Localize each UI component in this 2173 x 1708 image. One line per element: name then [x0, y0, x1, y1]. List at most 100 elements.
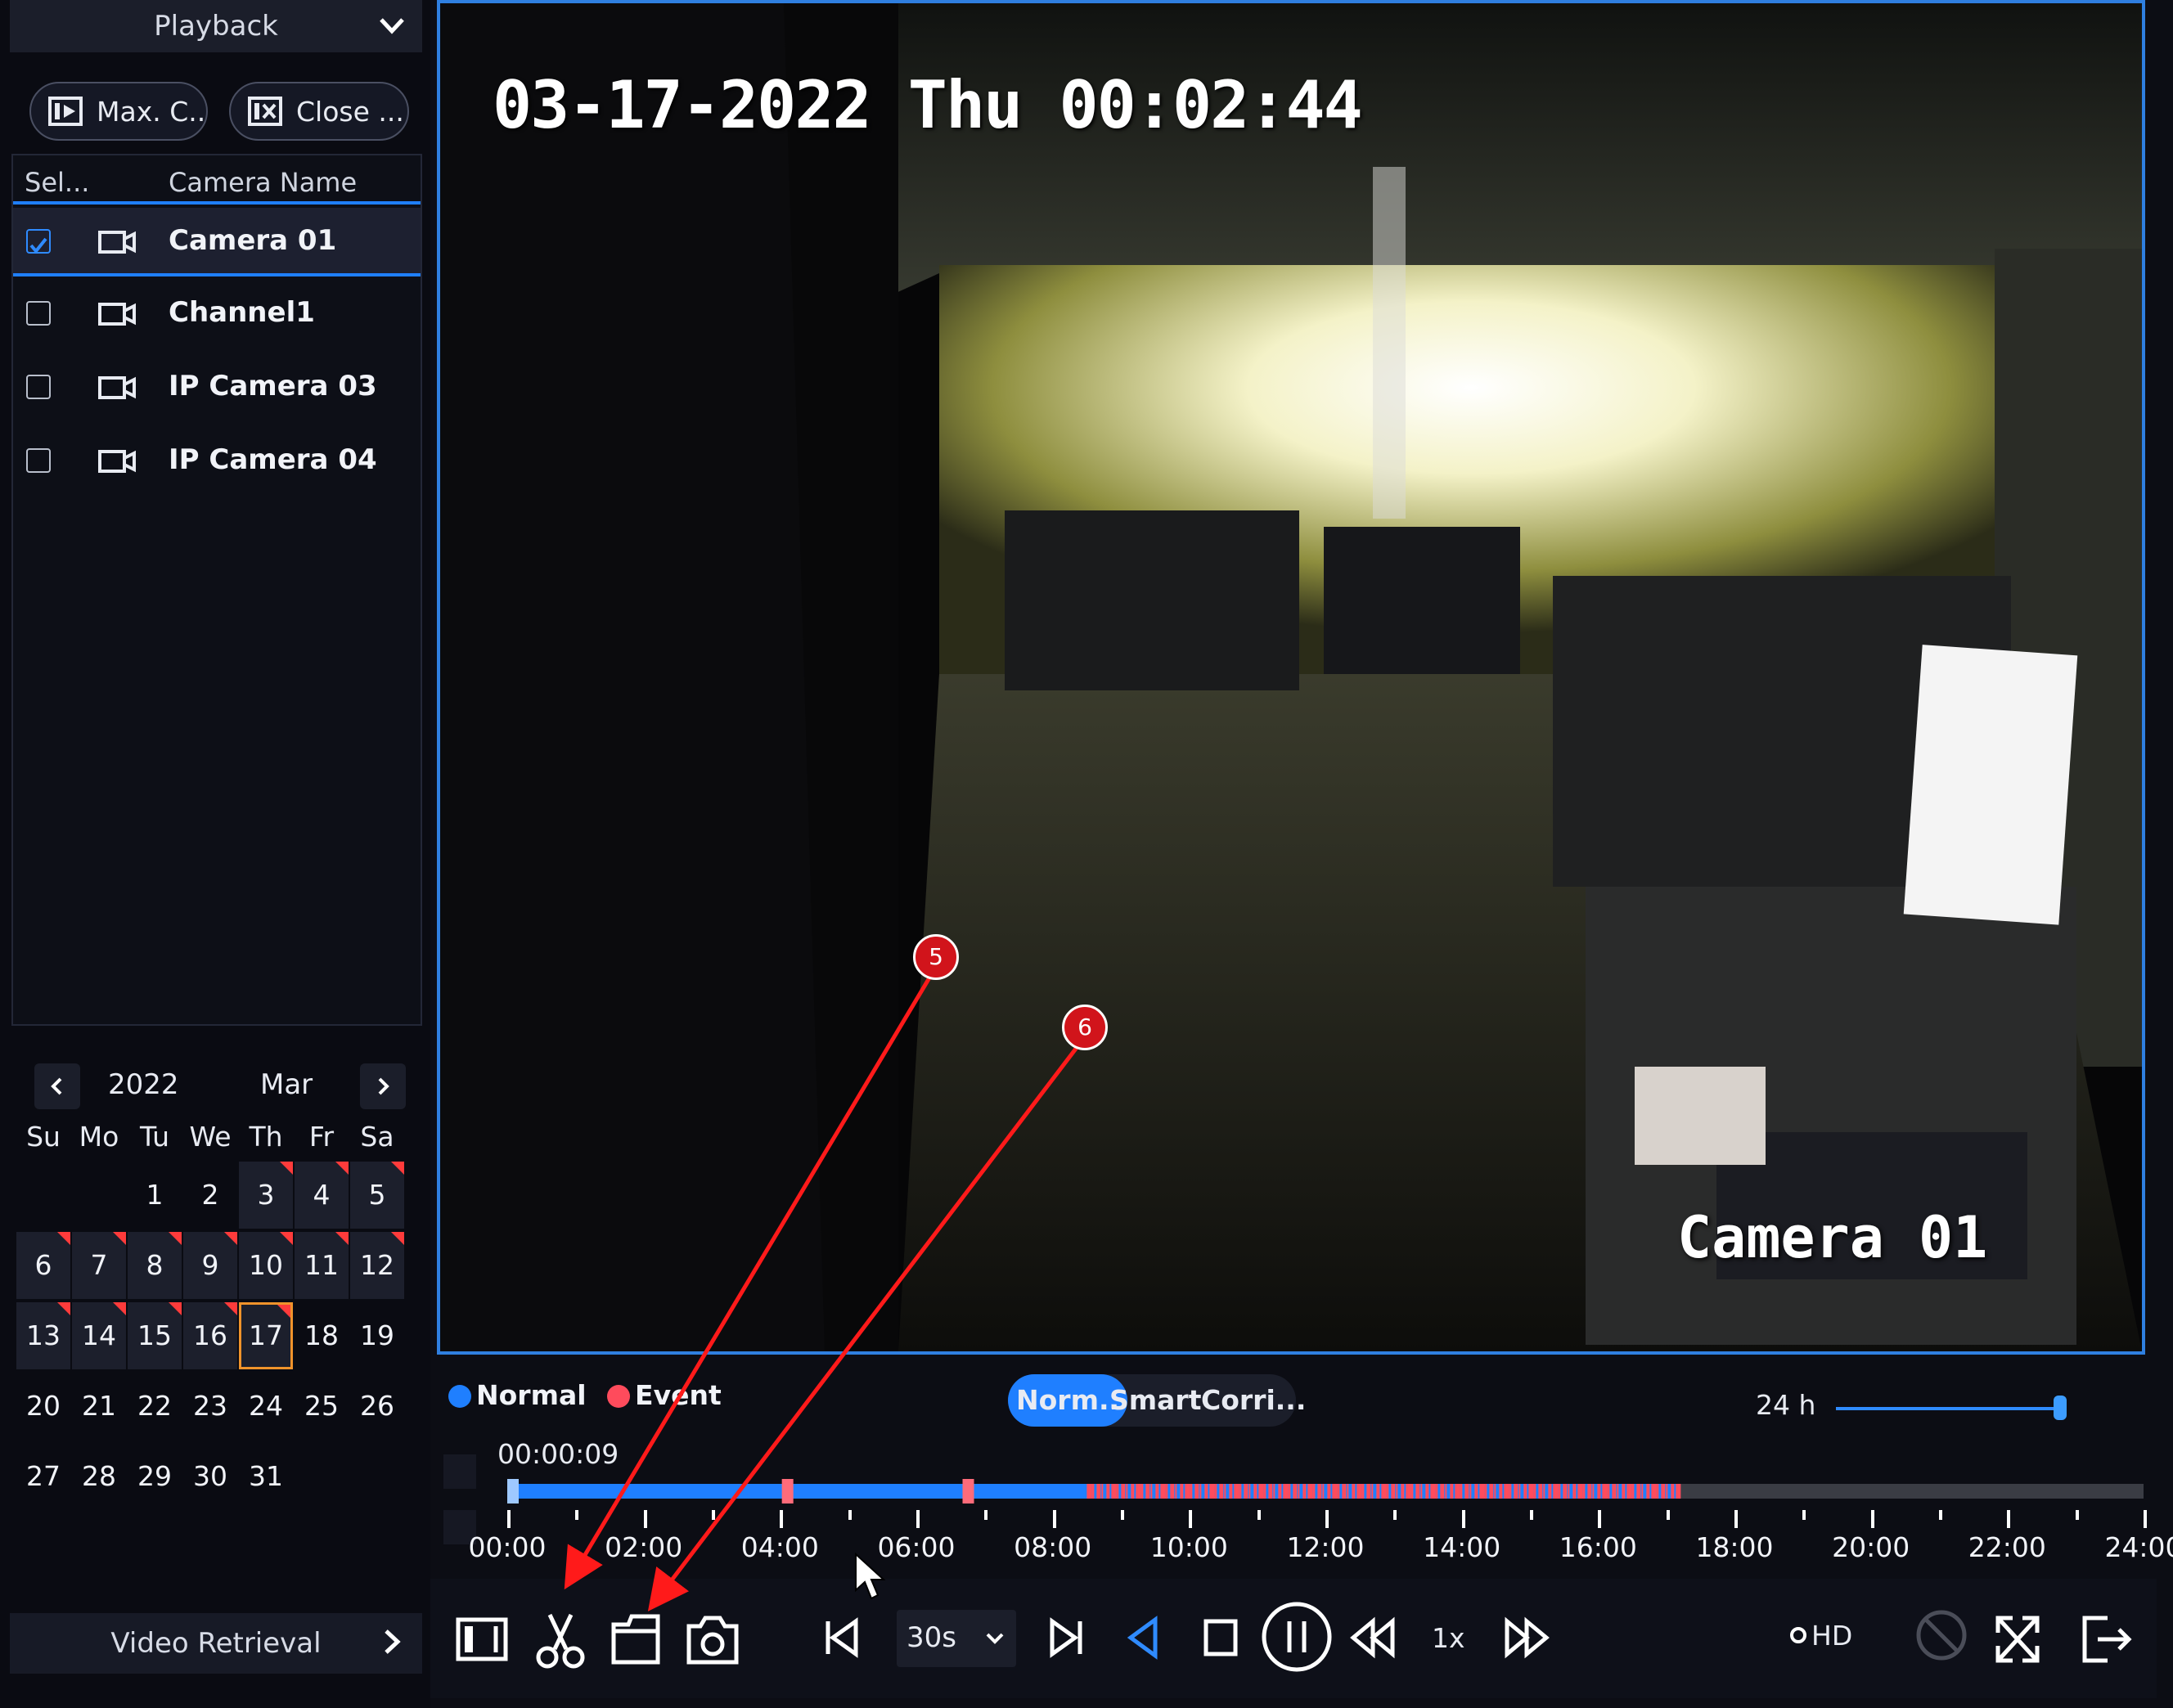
calendar-day[interactable]: 27 — [16, 1443, 70, 1510]
calendar-day[interactable]: 15 — [128, 1302, 182, 1369]
calendar-day[interactable]: 14 — [72, 1302, 126, 1369]
weekday-header: Tu — [139, 1121, 170, 1153]
timeline-event-segment — [1101, 1484, 1104, 1499]
snapshot-camera-icon[interactable] — [686, 1613, 740, 1665]
calendar-day[interactable]: 6 — [16, 1232, 70, 1299]
calendar-day[interactable]: 29 — [128, 1443, 182, 1510]
stream-quality-button[interactable]: HD — [1784, 1616, 1874, 1657]
calendar-day[interactable]: 7 — [72, 1232, 126, 1299]
chevron-down-icon — [380, 18, 404, 34]
calendar-day[interactable]: 26 — [350, 1373, 404, 1440]
skip-back-icon[interactable] — [821, 1613, 862, 1662]
timeline-event-segment — [1617, 1484, 1619, 1499]
exit-icon[interactable] — [2080, 1613, 2134, 1665]
camera-row[interactable]: IP Camera 04 — [13, 427, 421, 496]
mode-corridor-tab[interactable]: Corri... — [1201, 1374, 1306, 1427]
camera-row[interactable]: Channel1 — [13, 280, 421, 348]
timeline-minor-tick — [1530, 1510, 1533, 1520]
single-frame-view-button[interactable] — [455, 1613, 511, 1665]
timeline-event-segment — [1229, 1484, 1233, 1499]
timeline-event-segment — [1607, 1484, 1610, 1499]
calendar-day[interactable]: 4 — [295, 1162, 349, 1229]
chevron-right-icon — [378, 1077, 389, 1095]
calendar-month[interactable]: Mar — [260, 1068, 313, 1101]
video-retrieval-menu[interactable]: Video Retrieval — [10, 1613, 422, 1674]
calendar-day[interactable]: 30 — [183, 1443, 237, 1510]
calendar-day[interactable]: 28 — [72, 1443, 126, 1510]
reverse-play-icon[interactable] — [1124, 1613, 1162, 1662]
scissors-clip-icon[interactable] — [533, 1613, 587, 1670]
next-month-button[interactable] — [360, 1063, 406, 1109]
camera-row[interactable]: Camera 01 — [13, 208, 421, 276]
playback-rate: 1x — [1432, 1622, 1465, 1654]
timeline-event-segment — [1091, 1484, 1095, 1499]
previous-month-button[interactable] — [34, 1063, 80, 1109]
calendar-day[interactable]: 18 — [295, 1302, 349, 1369]
camera-checkbox[interactable] — [26, 301, 51, 326]
stream-quality-label: HD — [1811, 1620, 1853, 1652]
calendar-day[interactable]: 1 — [128, 1162, 182, 1229]
calendar-day[interactable]: 11 — [295, 1232, 349, 1299]
stop-icon[interactable] — [1199, 1613, 1242, 1662]
timeline-event-segment — [1278, 1484, 1282, 1499]
playback-menu-header[interactable]: Playback — [10, 0, 422, 52]
timeline-event-segment — [1469, 1484, 1472, 1499]
skip-interval-select[interactable]: 30s — [897, 1610, 1016, 1667]
calendar-day[interactable]: 2 — [183, 1162, 237, 1229]
calendar-day[interactable]: 25 — [295, 1373, 349, 1440]
speed-up-icon[interactable] — [1502, 1613, 1551, 1662]
timeline-event-segment — [1582, 1484, 1586, 1499]
timeline-event-segment — [1371, 1484, 1374, 1499]
calendar-day[interactable]: 31 — [239, 1443, 293, 1510]
timeline-event-segment — [1587, 1484, 1592, 1499]
timeline-event-segment — [1626, 1484, 1632, 1499]
timeline-hour-label: 20:00 — [1832, 1531, 1910, 1563]
folder-save-icon[interactable] — [610, 1613, 661, 1665]
calendar-day[interactable]: 21 — [72, 1373, 126, 1440]
pause-button[interactable] — [1260, 1600, 1334, 1674]
close-channel-button[interactable]: Close ... — [229, 82, 409, 141]
max-channel-button[interactable]: Max. C.. — [29, 82, 208, 141]
camera-name-column-header[interactable]: Camera Name — [169, 167, 357, 198]
calendar-day[interactable]: 9 — [183, 1232, 237, 1299]
camera-checkbox[interactable] — [26, 375, 51, 399]
calendar-day[interactable]: 13 — [16, 1302, 70, 1369]
calendar-day[interactable]: 24 — [239, 1373, 293, 1440]
select-column-header[interactable]: Sel... — [25, 167, 89, 198]
calendar-day[interactable]: 20 — [16, 1373, 70, 1440]
calendar-day[interactable]: 22 — [128, 1373, 182, 1440]
timeline-event-segment — [1376, 1484, 1380, 1499]
calendar-day[interactable]: 8 — [128, 1232, 182, 1299]
recording-timeline-track[interactable] — [507, 1479, 2144, 1503]
timeline-event-segment — [1518, 1484, 1521, 1499]
timeline-event-segment — [1666, 1484, 1668, 1499]
calendar-day[interactable]: 17 — [239, 1302, 293, 1369]
camera-checkbox[interactable] — [26, 448, 51, 473]
timeline-minor-tick — [984, 1510, 988, 1520]
timeline-zoom-slider[interactable] — [1836, 1407, 2065, 1410]
camera-row[interactable]: IP Camera 03 — [13, 353, 421, 422]
calendar-day[interactable]: 16 — [183, 1302, 237, 1369]
calendar-day[interactable]: 3 — [239, 1162, 293, 1229]
video-playback-window[interactable]: 03-17-2022 Thu 00:02:44 Camera 01 — [437, 0, 2145, 1355]
weekday-header: Mo — [79, 1121, 119, 1153]
camera-name: Camera 01 — [169, 224, 337, 257]
calendar-day[interactable]: 23 — [183, 1373, 237, 1440]
timeline-tick — [1052, 1510, 1056, 1528]
timeline-zoom-handle[interactable] — [2054, 1396, 2067, 1420]
timeline-event-segment — [1253, 1484, 1257, 1499]
timeline-event-segment — [1298, 1484, 1300, 1499]
playback-mode-switch: Norm.. Smart Corri... — [1008, 1374, 1306, 1427]
skip-forward-icon[interactable] — [1046, 1613, 1086, 1662]
slow-down-icon[interactable] — [1348, 1613, 1397, 1662]
calendar-day[interactable]: 19 — [350, 1302, 404, 1369]
calendar-year[interactable]: 2022 — [108, 1068, 179, 1101]
mode-smart-tab[interactable]: Smart — [1109, 1374, 1201, 1427]
camera-checkbox[interactable] — [26, 229, 51, 254]
fullscreen-icon[interactable] — [1993, 1613, 2042, 1665]
calendar-day[interactable]: 10 — [239, 1232, 293, 1299]
calendar-day[interactable]: 12 — [350, 1232, 404, 1299]
calendar-day[interactable]: 5 — [350, 1162, 404, 1229]
timeline-event-segment — [1504, 1484, 1509, 1499]
timeline-event-segment — [1484, 1484, 1487, 1499]
